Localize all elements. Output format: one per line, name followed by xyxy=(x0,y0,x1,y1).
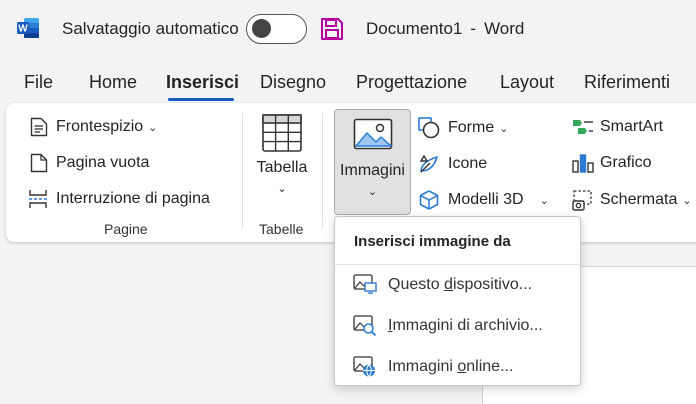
word-icon: W xyxy=(17,18,39,38)
online-image-icon xyxy=(353,356,375,377)
svg-text:W: W xyxy=(18,24,28,35)
tab-file[interactable]: File xyxy=(24,72,53,93)
tab-riferimenti[interactable]: Riferimenti xyxy=(584,72,670,93)
screenshot-icon xyxy=(572,190,592,211)
grafico-label: Grafico xyxy=(600,154,652,171)
dropdown-separator xyxy=(335,264,580,265)
frontespizio-label: Frontespizio xyxy=(56,118,144,135)
grafico-button[interactable]: Grafico xyxy=(572,153,652,173)
immagini-label: Immagini xyxy=(340,162,405,179)
picture-icon xyxy=(353,118,392,150)
icons-icon xyxy=(419,154,438,173)
chevron-down-icon: ⌄ xyxy=(539,194,549,207)
title-bar: W Salvataggio automatico Documento1- Word xyxy=(0,0,696,58)
insert-picture-dropdown: Inserisci immagine da Questo dispositivo… xyxy=(334,216,581,386)
modelli-3d-label: Modelli 3D xyxy=(448,191,524,208)
group-label-tabelle: Tabelle xyxy=(259,221,304,237)
app-name: Word xyxy=(484,19,525,38)
page-break-icon xyxy=(29,190,47,208)
tab-inserisci[interactable]: Inserisci xyxy=(166,72,239,93)
blank-page-icon xyxy=(30,153,48,173)
chevron-down-icon: ⌄ xyxy=(148,121,158,134)
cover-page-icon xyxy=(30,117,48,137)
tabella-label: Tabella xyxy=(256,159,308,176)
document-title: Documento1- Word xyxy=(366,19,524,39)
group-separator xyxy=(242,113,243,228)
tab-progettazione[interactable]: Progettazione xyxy=(356,72,467,93)
tab-disegno[interactable]: Disegno xyxy=(260,72,326,93)
tab-layout[interactable]: Layout xyxy=(500,72,554,93)
interruzione-pagina-button[interactable]: Interruzione di pagina xyxy=(28,189,210,209)
device-image-icon xyxy=(353,274,377,294)
cube-3d-icon xyxy=(419,190,439,210)
dropdown-header: Inserisci immagine da xyxy=(354,233,511,250)
modelli-3d-button[interactable]: Modelli 3D ⌄ xyxy=(418,189,549,211)
toggle-knob xyxy=(252,19,271,38)
chevron-down-icon: ⌄ xyxy=(277,183,287,195)
stock-image-icon xyxy=(353,315,377,337)
shapes-icon xyxy=(418,117,440,139)
forme-label: Forme xyxy=(448,119,495,136)
smartart-icon xyxy=(573,120,593,134)
schermata-label: Schermata xyxy=(600,191,678,208)
autosave-toggle[interactable] xyxy=(246,14,307,44)
menu-item-immagini-archivio[interactable]: Immagini di archivio... xyxy=(335,308,580,344)
ribbon-tabs: File Home Inserisci Disegno Progettazion… xyxy=(0,72,696,102)
pagina-vuota-label: Pagina vuota xyxy=(56,154,150,171)
active-tab-indicator xyxy=(168,98,234,101)
group-separator xyxy=(322,113,323,228)
autosave-label: Salvataggio automatico xyxy=(62,19,239,38)
menu-item-label: Immagini di archivio... xyxy=(388,317,543,334)
pagina-vuota-button[interactable]: Pagina vuota xyxy=(30,153,149,173)
menu-item-label: Questo dispositivo... xyxy=(388,276,533,293)
tabella-button[interactable]: Tabella ⌄ xyxy=(254,113,310,195)
group-label-pagine: Pagine xyxy=(104,221,148,237)
chevron-down-icon: ⌄ xyxy=(682,194,692,207)
forme-button[interactable]: Forme ⌄ xyxy=(418,117,508,139)
chevron-down-icon: ⌄ xyxy=(499,122,509,135)
table-icon xyxy=(262,114,302,152)
icone-label: Icone xyxy=(448,155,488,172)
menu-item-label: Immagini online... xyxy=(388,358,514,375)
smartart-label: SmartArt xyxy=(600,118,664,135)
title-separator: - xyxy=(470,19,477,38)
save-icon[interactable] xyxy=(320,17,344,41)
chevron-down-icon: ⌄ xyxy=(367,186,378,198)
icone-button[interactable]: Icone xyxy=(418,153,487,175)
immagini-button[interactable]: Immagini ⌄ xyxy=(334,109,411,215)
schermata-button[interactable]: Schermata ⌄ xyxy=(572,189,692,211)
tab-home[interactable]: Home xyxy=(89,72,137,93)
menu-item-immagini-online[interactable]: Immagini online... xyxy=(335,349,580,385)
interruzione-label: Interruzione di pagina xyxy=(56,190,210,207)
document-name: Documento1 xyxy=(366,19,463,38)
menu-item-questo-dispositivo[interactable]: Questo dispositivo... xyxy=(335,267,580,303)
frontespizio-button[interactable]: Frontespizio ⌄ xyxy=(30,117,157,137)
bar-chart-icon xyxy=(572,154,594,173)
smartart-button[interactable]: SmartArt xyxy=(572,117,663,137)
